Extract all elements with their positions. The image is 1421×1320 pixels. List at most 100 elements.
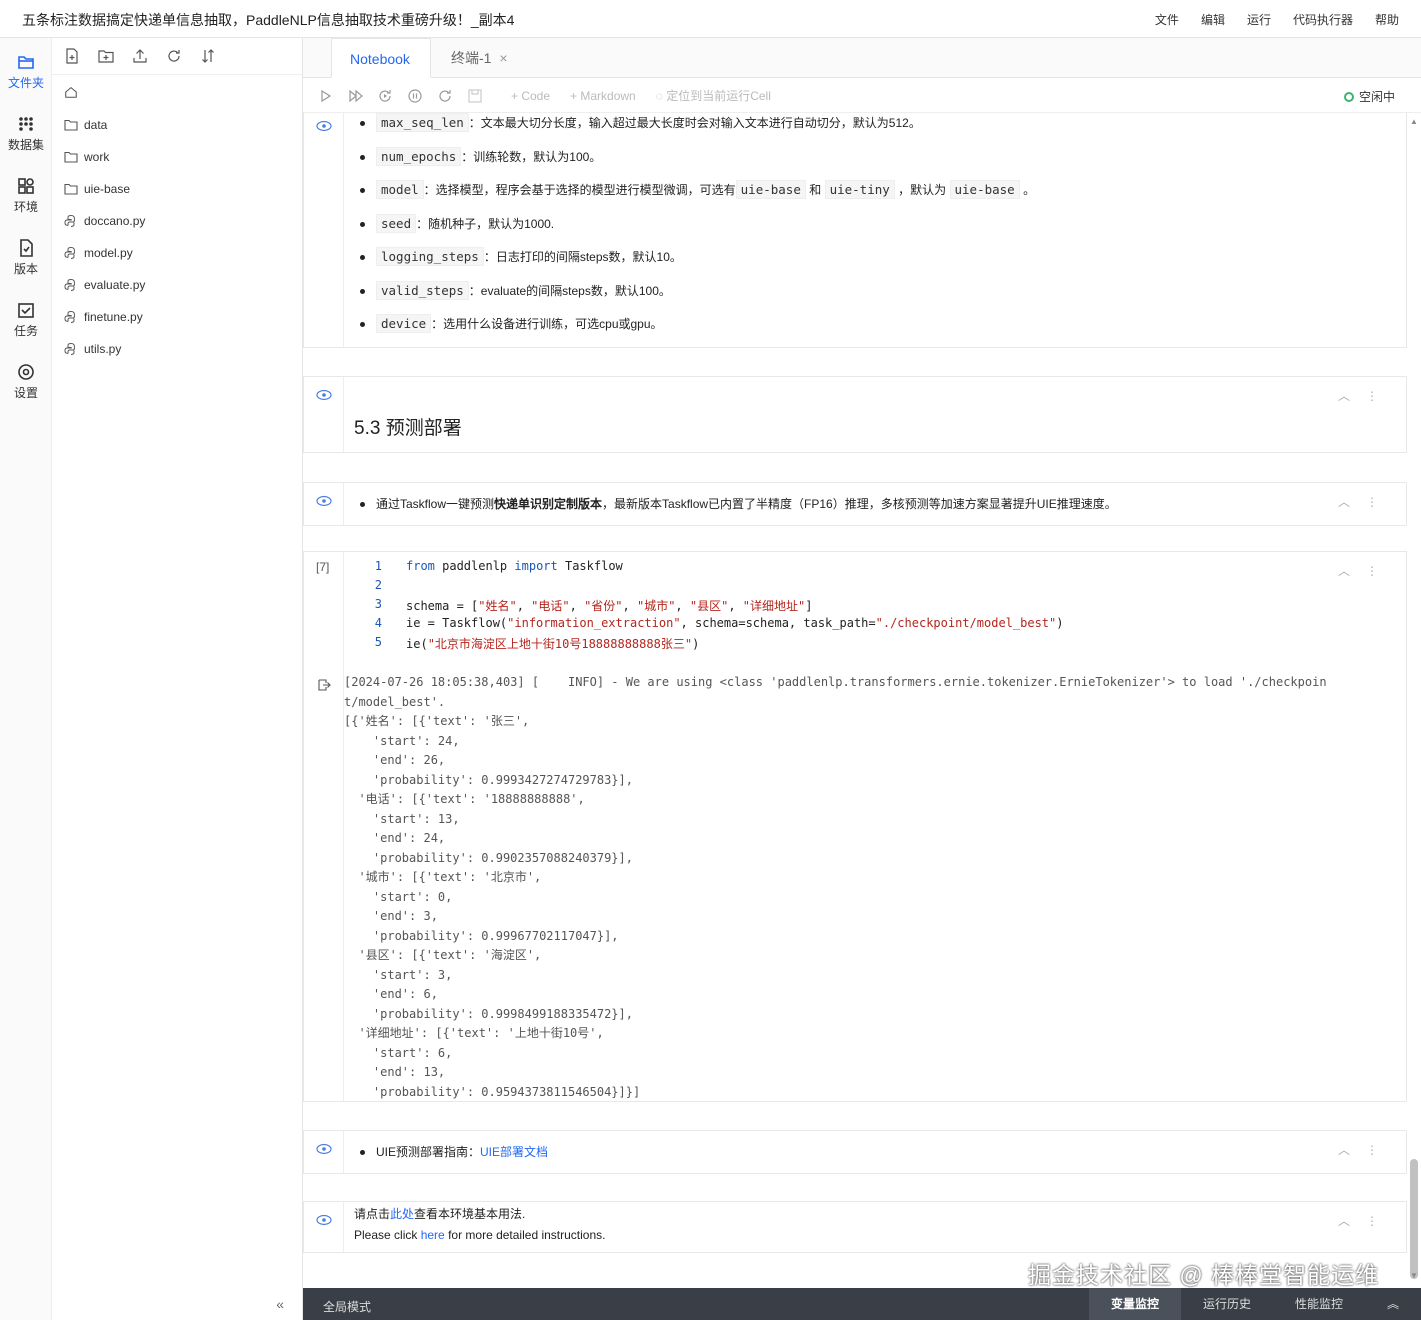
rail-item-settings[interactable]: 设置 xyxy=(0,352,52,412)
doc-link[interactable]: UIE部署文档 xyxy=(480,1145,548,1159)
cell-controls[interactable]: ︿⋮ xyxy=(1338,562,1394,579)
home-row[interactable] xyxy=(52,75,302,109)
locate-cell-button[interactable]: ◌ 定位到当前运行Cell xyxy=(656,87,771,104)
code-line: ie = Taskflow("information_extraction", … xyxy=(406,616,1064,630)
markdown-cell[interactable]: ︿⋮ 5.3 预测部署 xyxy=(303,376,1407,453)
file-panel: data work uie-base doccano.py model.py evalua… xyxy=(52,38,303,1288)
notebook-scrollbar[interactable]: ▲ ▼ xyxy=(1407,113,1421,1288)
file-name: evaluate.py xyxy=(84,278,146,292)
environment-icon xyxy=(18,178,34,194)
menu-kernel[interactable]: 代码执行器 xyxy=(1293,11,1353,28)
run-icon[interactable] xyxy=(317,88,333,104)
save-icon[interactable] xyxy=(467,88,483,104)
bullet-list: 通过Taskflow一键预测快递单识别定制版本，最新版本Taskflow已内置了… xyxy=(360,494,1117,528)
upload-icon[interactable] xyxy=(132,48,148,64)
inline-code: max_seq_len xyxy=(376,113,469,132)
scroll-up-icon[interactable]: ▲ xyxy=(1410,117,1418,126)
eye-icon[interactable] xyxy=(316,389,332,401)
line-number: 3 xyxy=(374,597,382,611)
interrupt-icon[interactable] xyxy=(407,88,423,104)
file-item[interactable]: finetune.py xyxy=(52,301,302,333)
rail-item-dataset[interactable]: 数据集 xyxy=(0,104,52,164)
tab-variables[interactable]: 变量监控 xyxy=(1088,1288,1181,1320)
file-item[interactable]: doccano.py xyxy=(52,205,302,237)
eye-icon[interactable] xyxy=(316,495,332,507)
new-folder-icon[interactable] xyxy=(98,48,114,64)
folder-icon xyxy=(64,183,78,195)
rail-item-environment[interactable]: 环境 xyxy=(0,166,52,226)
list-item: 通过Taskflow一键预测快递单识别定制版本，最新版本Taskflow已内置了… xyxy=(360,494,1117,528)
sort-icon[interactable] xyxy=(200,48,216,64)
cell-gutter xyxy=(304,1131,344,1173)
cell-controls[interactable]: ︿⋮ xyxy=(1338,493,1394,510)
restart-icon[interactable] xyxy=(437,88,453,104)
param-desc: ：选择模型，程序会基于选择的模型进行模型微调，可选有 xyxy=(423,183,736,197)
folder-item[interactable]: work xyxy=(52,141,302,173)
text: 通过Taskflow一键预测 xyxy=(376,497,495,511)
file-item[interactable]: model.py xyxy=(52,237,302,269)
folder-item[interactable]: data xyxy=(52,109,302,141)
menu-run[interactable]: 运行 xyxy=(1247,11,1271,28)
notebook-area: max_seq_len ：文本最大切分长度，输入超过最大长度时会对输入文本进行自动… xyxy=(303,113,1407,1288)
list-item: model ：选择模型，程序会基于选择的模型进行模型微调，可选有 uie-base … xyxy=(360,180,1035,214)
menu-edit[interactable]: 编辑 xyxy=(1201,11,1225,28)
code-cell[interactable]: [7] ︿⋮ 1 2 3 4 5 from paddlenlp import T… xyxy=(303,551,1407,1102)
folder-item[interactable]: uie-base xyxy=(52,173,302,205)
rail-item-task[interactable]: 任务 xyxy=(0,290,52,350)
python-icon xyxy=(64,278,75,291)
code-line: schema = ["姓名", "电话", "省份", "城市", "县区", … xyxy=(406,599,813,613)
expand-icon[interactable]: ︽ xyxy=(1365,1288,1421,1320)
task-icon xyxy=(18,303,34,318)
tab-notebook[interactable]: Notebook xyxy=(331,38,431,78)
cell-controls[interactable]: ︿⋮ xyxy=(1338,387,1394,404)
param-desc: ：日志打印的间隔steps数，默认10。 xyxy=(483,250,682,264)
sidebar-collapse[interactable]: « xyxy=(52,1288,303,1320)
line-number: 4 xyxy=(374,616,382,630)
here-link[interactable]: 此处 xyxy=(390,1207,414,1221)
menu-file[interactable]: 文件 xyxy=(1155,11,1179,28)
file-item[interactable]: evaluate.py xyxy=(52,269,302,301)
global-mode[interactable]: 全局模式 xyxy=(323,1298,371,1315)
markdown-cell[interactable]: max_seq_len ：文本最大切分长度，输入超过最大长度时会对输入文本进行自动… xyxy=(303,113,1407,348)
refresh-icon[interactable] xyxy=(166,48,182,64)
eye-icon[interactable] xyxy=(316,120,332,132)
tab-terminal[interactable]: 终端-1 × xyxy=(433,38,526,78)
here-link[interactable]: here xyxy=(421,1228,445,1242)
instructions-zh: 请点击此处查看本环境基本用法. xyxy=(354,1204,605,1225)
cell-controls[interactable]: ︿⋮ xyxy=(1338,1212,1394,1229)
run-all-icon[interactable] xyxy=(347,88,363,104)
tab-run-history[interactable]: 运行历史 xyxy=(1181,1288,1273,1320)
tab-performance[interactable]: 性能监控 xyxy=(1273,1288,1365,1320)
rail-label: 数据集 xyxy=(7,138,44,152)
close-icon[interactable]: × xyxy=(499,50,507,66)
cell-controls[interactable]: ︿⋮ xyxy=(1338,1141,1394,1158)
rail-label: 环境 xyxy=(13,200,38,214)
status-text: 空闲中 xyxy=(1358,90,1395,104)
exec-count: [7] xyxy=(316,560,330,574)
markdown-cell[interactable]: ︿⋮ 请点击此处查看本环境基本用法. Please click here for… xyxy=(303,1201,1407,1253)
rail-item-version[interactable]: 版本 xyxy=(0,228,52,288)
rail-item-folder[interactable]: 文件夹 xyxy=(0,42,52,102)
scroll-down-icon[interactable]: ▼ xyxy=(1410,1271,1418,1280)
markdown-cell[interactable]: ︿⋮ 通过Taskflow一键预测快递单识别定制版本，最新版本Taskflow已… xyxy=(303,482,1407,526)
list-item: num_epochs ：训练轮数，默认为100。 xyxy=(360,146,1035,181)
cell-gutter xyxy=(304,483,344,525)
collapse-icon[interactable]: « xyxy=(276,1296,284,1312)
restart-run-icon[interactable] xyxy=(377,88,393,104)
folder-icon xyxy=(64,151,78,163)
eye-icon[interactable] xyxy=(316,1214,332,1226)
eye-icon[interactable] xyxy=(316,1143,332,1155)
output-icon[interactable] xyxy=(317,678,331,692)
markdown-cell[interactable]: ︿⋮ UIE预测部署指南：UIE部署文档 xyxy=(303,1130,1407,1174)
line-number: 1 xyxy=(374,559,382,573)
text: for more detailed instructions. xyxy=(444,1228,606,1242)
file-name: data xyxy=(84,118,108,132)
instructions-en: Please click here for more detailed inst… xyxy=(354,1225,605,1246)
add-markdown-button[interactable]: + Markdown xyxy=(570,89,636,103)
new-file-icon[interactable] xyxy=(64,48,80,64)
add-code-button[interactable]: + Code xyxy=(511,89,550,103)
home-icon xyxy=(65,86,77,98)
menu-help[interactable]: 帮助 xyxy=(1375,11,1399,28)
file-item[interactable]: utils.py xyxy=(52,333,302,365)
scroll-thumb[interactable] xyxy=(1410,1159,1418,1279)
